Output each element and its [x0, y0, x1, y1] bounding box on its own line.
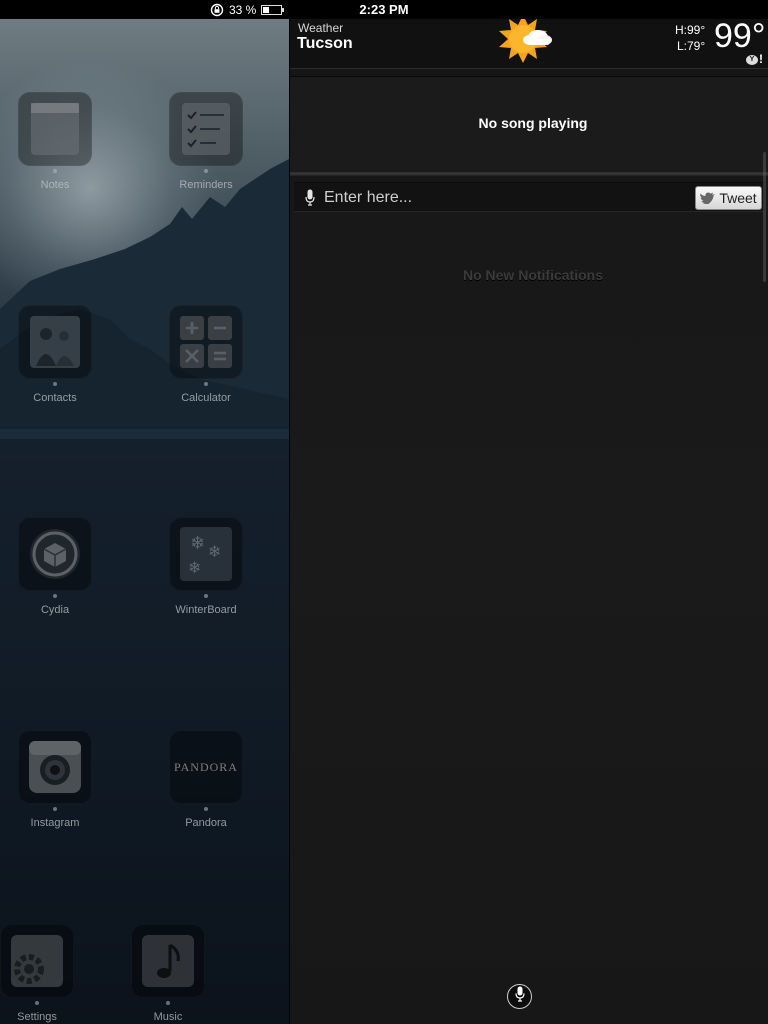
high-low: H:99° L:79°: [675, 22, 705, 54]
app-music[interactable]: Music: [118, 924, 218, 1023]
siri-button[interactable]: [507, 984, 532, 1009]
tweet-button-label: Tweet: [719, 190, 757, 206]
svg-text:❄: ❄: [188, 558, 201, 577]
app-calculator[interactable]: Calculator: [156, 305, 256, 404]
app-label: Instagram: [30, 817, 80, 829]
microphone-icon[interactable]: [305, 189, 315, 211]
twitter-bird-icon: [700, 192, 716, 204]
app-label: Settings: [17, 1011, 57, 1023]
app-reminders[interactable]: Reminders: [156, 92, 256, 191]
app-cydia[interactable]: Cydia: [5, 517, 105, 616]
section-divider: [290, 173, 768, 176]
app-label: WinterBoard: [175, 604, 237, 616]
app-label: Notes: [40, 179, 70, 191]
music-icon: [142, 935, 194, 987]
music-widget[interactable]: No song playing: [290, 76, 768, 173]
screen: 33 % 2:23 PM Notes Reminders Contacts Ca…: [0, 0, 768, 1024]
reminders-icon: [182, 103, 230, 155]
app-label: Pandora: [185, 817, 227, 829]
tweet-widget: Tweet: [294, 182, 765, 212]
sun-cloud-icon: [497, 15, 559, 70]
app-notes[interactable]: Notes: [5, 92, 105, 191]
app-label: Cydia: [40, 604, 70, 616]
notification-center: Weather Tucson H:99° L:79° 99° Y ! No so…: [289, 15, 768, 1024]
app-label: Reminders: [179, 179, 233, 191]
winterboard-icon: ❄ ❄ ❄: [180, 527, 232, 581]
app-settings[interactable]: Settings: [0, 924, 87, 1023]
yahoo-icon: Y: [746, 55, 758, 65]
pandora-icon: PANDORA: [174, 759, 238, 774]
contacts-icon: [30, 316, 80, 368]
instagram-icon: [29, 741, 81, 793]
calculator-icon: [180, 316, 232, 368]
tweet-button[interactable]: Tweet: [695, 186, 762, 210]
weather-label: Weather: [298, 21, 344, 35]
scroll-indicator: [763, 152, 766, 282]
tweet-input[interactable]: [324, 186, 684, 210]
weather-widget[interactable]: Weather Tucson H:99° L:79° 99° Y !: [290, 15, 768, 70]
app-winterboard[interactable]: ❄ ❄ ❄ WinterBoard: [156, 517, 256, 616]
status-time: 2:23 PM: [359, 2, 409, 17]
music-status: No song playing: [478, 115, 588, 131]
svg-text:❄: ❄: [190, 533, 205, 554]
cydia-icon: [30, 529, 80, 579]
app-contacts[interactable]: Contacts: [5, 305, 105, 404]
app-instagram[interactable]: Instagram: [5, 730, 105, 829]
app-label: Calculator: [181, 392, 231, 404]
weather-city: Tucson: [297, 35, 353, 52]
settings-icon: [11, 935, 63, 987]
status-bar: 33 % 2:23 PM: [0, 0, 768, 19]
notes-icon: [31, 103, 79, 155]
app-label: Music: [153, 1011, 183, 1023]
empty-notifications: No New Notifications: [462, 267, 603, 283]
app-pandora[interactable]: PANDORA Pandora: [156, 730, 256, 829]
microphone-icon: [514, 986, 525, 1007]
current-temp: 99°: [714, 17, 766, 55]
springboard: Notes Reminders Contacts Calculator Cydi…: [0, 19, 289, 1024]
svg-text:❄: ❄: [208, 542, 221, 561]
app-label: Contacts: [33, 392, 77, 404]
low-temp: L:79°: [677, 39, 706, 53]
yahoo-bang: !: [759, 52, 763, 66]
high-temp: H:99°: [675, 23, 706, 37]
